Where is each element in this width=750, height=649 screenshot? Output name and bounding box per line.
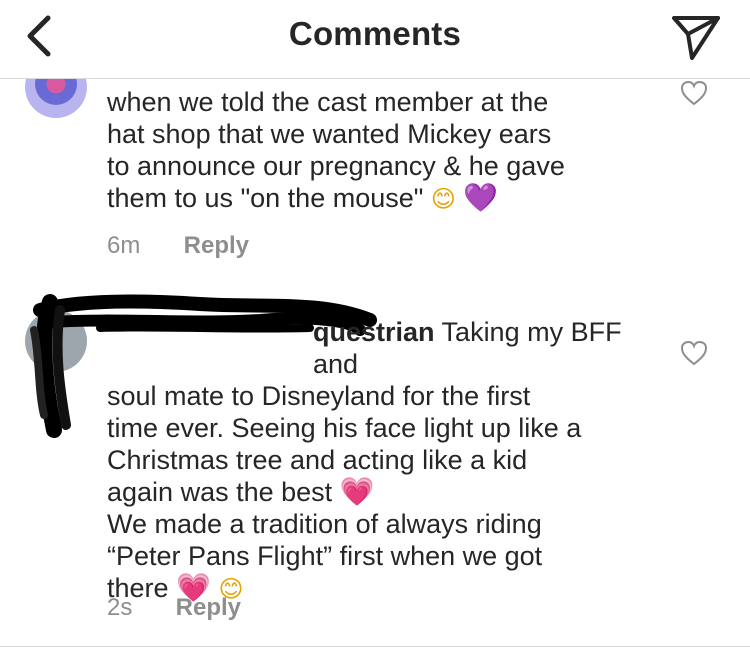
comment-line: hat shop that we wanted Mickey ears [107, 119, 552, 149]
comment-text: when we told the cast member at the hat … [107, 86, 667, 215]
comment-line-with-username: questrian Taking my BFF and [107, 316, 667, 380]
like-button[interactable] [680, 80, 708, 106]
comments-header: Comments [0, 0, 750, 79]
purple-heart-emoji: 💜 [463, 181, 499, 214]
page-title: Comments [288, 15, 462, 52]
comment-line: Christmas tree and acting like a kid [107, 445, 528, 475]
comment-line-with-emoji: again was the best 💗 [107, 476, 667, 508]
comment-line: soul mate to Disneyland for the first [107, 381, 531, 411]
like-button[interactable] [680, 340, 708, 366]
comment-time: 6m [107, 232, 141, 259]
share-button[interactable] [670, 12, 722, 62]
comment-line: them to us "on the mouse" [107, 183, 424, 213]
reply-button[interactable]: Reply [176, 594, 241, 621]
comment-line: We made a tradition of always riding [107, 509, 542, 539]
comment-time: 2s [107, 594, 133, 621]
growing-heart-emoji: 💗 [339, 475, 375, 508]
comment-username[interactable]: questrian [313, 317, 435, 347]
heart-outline-icon [680, 340, 708, 366]
comment-line: when we told the cast member at the [107, 87, 549, 117]
comment-line: to announce our pregnancy & he gave [107, 151, 565, 181]
heart-outline-icon [680, 80, 708, 106]
divider [0, 646, 750, 647]
reply-button[interactable]: Reply [184, 232, 249, 259]
comment-text: questrian Taking my BFF and soul mate to… [107, 316, 667, 605]
smiling-face-emoji: 😊 [430, 185, 456, 213]
paper-plane-icon [672, 16, 720, 60]
comment-line-with-emoji: them to us "on the mouse" 😊 💜 [107, 182, 667, 215]
comment-meta: 6m Reply [107, 232, 249, 260]
comment-line: again was the best [107, 477, 333, 507]
comment-line: time ever. Seeing his face light up like… [107, 413, 582, 443]
comment-meta: 2s Reply [107, 594, 241, 622]
comment-line: “Peter Pans Flight” first when we got [107, 541, 543, 571]
